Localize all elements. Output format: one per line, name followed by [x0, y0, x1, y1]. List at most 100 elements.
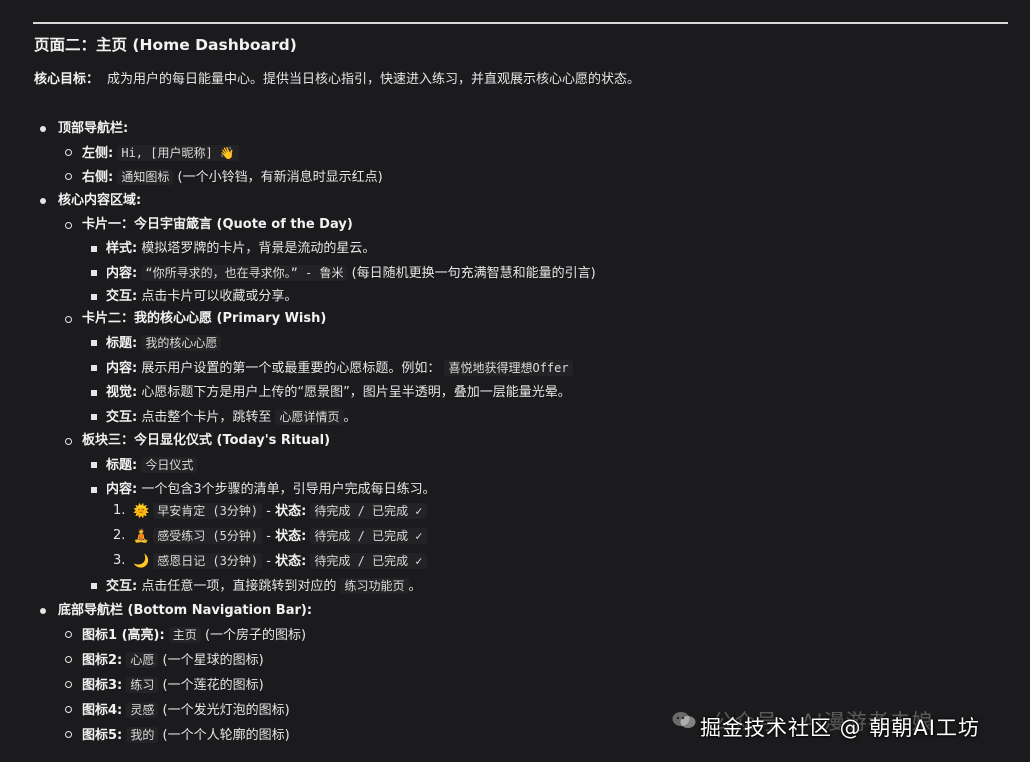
nav-icon-label: 图标3:: [82, 678, 123, 693]
bullet-square: [91, 294, 97, 300]
step-number: 1.: [113, 503, 126, 518]
step-status-value: 待完成 / 已完成 ✓: [310, 553, 427, 569]
bullet-circle: [65, 222, 72, 229]
ritual-step: 🧘 感受练习 (5分钟) - 状态: 待完成 / 已完成 ✓: [133, 527, 427, 545]
watermark-main-text: 掘金技术社区 @ 朝朝AI工坊: [700, 716, 980, 740]
bullet-circle: [65, 631, 72, 638]
bottom-nav-icon-item: 图标1 (高亮): 主页 (一个房子的图标): [82, 626, 306, 644]
bottom-nav-icon-item: 图标3: 练习 (一个莲花的图标): [82, 676, 264, 694]
sun-icon: 🌞: [133, 504, 150, 519]
step-status-value: 待完成 / 已完成 ✓: [310, 528, 427, 544]
card2-heading: 卡片二：我的核心心愿 (Primary Wish): [82, 310, 326, 328]
block3-content-text: 一个包含3个步骤的清单，引导用户完成每日练习。: [137, 482, 436, 497]
card1-interact-label: 交互:: [106, 289, 138, 304]
card2-interact-end: 。: [343, 410, 357, 425]
horizontal-rule: [33, 22, 1008, 24]
bullet-square: [91, 462, 97, 468]
card2-label: 卡片二：我的核心心愿 (Primary Wish): [82, 311, 327, 326]
document-page: 页面二：主页 (Home Dashboard) 核心目标： 成为用户的每日能量中心…: [0, 0, 1030, 762]
bullet-square: [91, 414, 97, 420]
bullet-circle: [65, 316, 72, 323]
block3-interact-target: 练习功能页: [340, 578, 409, 594]
step-status-label: 状态:: [275, 529, 307, 544]
moon-icon: 🌙: [133, 554, 150, 569]
bullet-disc: [40, 608, 46, 614]
top-nav-left: 左侧: Hi, [用户昵称] 👋: [82, 144, 239, 162]
card1-content-note: (每日随机更换一句充满智慧和能量的引言): [347, 266, 596, 281]
ritual-step: 🌙 感恩日记 (3分钟) - 状态: 待完成 / 已完成 ✓: [133, 552, 427, 570]
step-separator: -: [262, 554, 276, 569]
block3-interact-text: 点击任意一项，直接跳转到对应的: [137, 579, 337, 594]
top-nav-label: 顶部导航栏:: [58, 121, 129, 136]
bullet-circle: [65, 656, 72, 663]
nav-icon-note: (一个星球的图标): [158, 653, 264, 668]
nav-icon-note: (一个个人轮廓的图标): [158, 728, 290, 743]
ritual-step: 🌞 早安肯定 (3分钟) - 状态: 待完成 / 已完成 ✓: [133, 502, 427, 520]
card1-style-text: 模拟塔罗牌的卡片，背景是流动的星云。: [137, 241, 376, 256]
step-status-value: 待完成 / 已完成 ✓: [310, 503, 427, 519]
card2-interact-label: 交互:: [106, 410, 138, 425]
bullet-disc: [40, 126, 46, 132]
core-heading: 核心内容区域:: [58, 192, 141, 210]
card2-interact-target: 心愿详情页: [275, 409, 344, 425]
card2-title-value: 我的核心心愿: [141, 335, 222, 351]
card1-content: 内容: “你所寻求的，也在寻求你。” - 鲁米 (每日随机更换一句充满智慧和能量…: [106, 264, 596, 282]
block3-title: 标题: 今日仪式: [106, 456, 198, 474]
nav-icon-value: 灵感: [126, 702, 159, 718]
bottom-nav-heading: 底部导航栏 (Bottom Navigation Bar):: [58, 602, 312, 620]
card2-visual-label: 视觉:: [106, 385, 138, 400]
nav-icon-note: (一个发光灯泡的图标): [158, 703, 290, 718]
bullet-circle: [65, 731, 72, 738]
step-separator: -: [262, 529, 276, 544]
step-name: 早安肯定 (3分钟): [153, 503, 263, 519]
bullet-square: [91, 487, 97, 493]
card2-title-label: 标题:: [106, 336, 138, 351]
top-nav-right-value: 通知图标: [117, 169, 174, 185]
block3-interact: 交互: 点击任意一项，直接跳转到对应的 练习功能页。: [106, 577, 422, 595]
block3-label: 板块三：今日显化仪式 (Today's Ritual): [82, 433, 331, 448]
nav-icon-value: 我的: [126, 727, 159, 743]
bullet-circle: [65, 706, 72, 713]
top-nav-left-value: Hi, [用户昵称] 👋: [117, 145, 239, 161]
card2-interact-text: 点击整个卡片，跳转至: [137, 410, 272, 425]
card2-content: 内容: 展示用户设置的第一个或最重要的心愿标题。例如： 喜悦地获得理想Offer: [106, 359, 573, 377]
meditation-icon: 🧘: [133, 529, 150, 544]
bullet-square: [91, 270, 97, 276]
bullet-square: [91, 340, 97, 346]
card2-content-example: 喜悦地获得理想Offer: [444, 360, 573, 376]
nav-icon-label: 图标4:: [82, 703, 123, 718]
card1-content-label: 内容:: [106, 266, 138, 281]
core-goal: 核心目标： 成为用户的每日能量中心。提供当日核心指引，快速进入练习，并直观展示核心…: [34, 68, 640, 87]
block3-title-label: 标题:: [106, 458, 138, 473]
step-number: 2.: [113, 528, 126, 543]
bullet-circle: [65, 149, 72, 156]
bottom-nav-label: 底部导航栏 (Bottom Navigation Bar):: [58, 603, 313, 618]
bullet-disc: [40, 198, 46, 204]
card1-style-label: 样式:: [106, 241, 138, 256]
step-status-label: 状态:: [275, 554, 307, 569]
nav-icon-value: 练习: [126, 677, 159, 693]
block3-heading: 板块三：今日显化仪式 (Today's Ritual): [82, 432, 330, 450]
nav-icon-label: 图标1 (高亮):: [82, 628, 165, 643]
card1-content-quote: “你所寻求的，也在寻求你。” - 鲁米: [141, 265, 348, 281]
card2-visual-text: 心愿标题下方是用户上传的“愿景图”，图片呈半透明，叠加一层能量光晕。: [137, 385, 571, 400]
page-title: 页面二：主页 (Home Dashboard): [34, 36, 297, 54]
wechat-icon: [672, 712, 696, 728]
card2-interact: 交互: 点击整个卡片，跳转至 心愿详情页。: [106, 408, 357, 426]
block3-content-label: 内容:: [106, 482, 138, 497]
block3-content: 内容: 一个包含3个步骤的清单，引导用户完成每日练习。: [106, 481, 436, 499]
step-name: 感恩日记 (3分钟): [153, 553, 263, 569]
card2-title: 标题: 我的核心心愿: [106, 334, 222, 352]
top-nav-left-label: 左侧:: [82, 146, 114, 161]
card2-content-text: 展示用户设置的第一个或最重要的心愿标题。例如：: [137, 361, 441, 376]
card2-visual: 视觉: 心愿标题下方是用户上传的“愿景图”，图片呈半透明，叠加一层能量光晕。: [106, 384, 571, 402]
nav-icon-note: (一个莲花的图标): [158, 678, 264, 693]
step-status-label: 状态:: [275, 504, 307, 519]
bullet-square: [91, 246, 97, 252]
nav-icon-note: (一个房子的图标): [200, 628, 307, 643]
nav-icon-value: 心愿: [126, 652, 159, 668]
card1-interact-text: 点击卡片可以收藏或分享。: [137, 289, 298, 304]
bullet-circle: [65, 681, 72, 688]
nav-icon-value: 主页: [168, 627, 201, 643]
bottom-nav-icon-item: 图标2: 心愿 (一个星球的图标): [82, 651, 264, 669]
